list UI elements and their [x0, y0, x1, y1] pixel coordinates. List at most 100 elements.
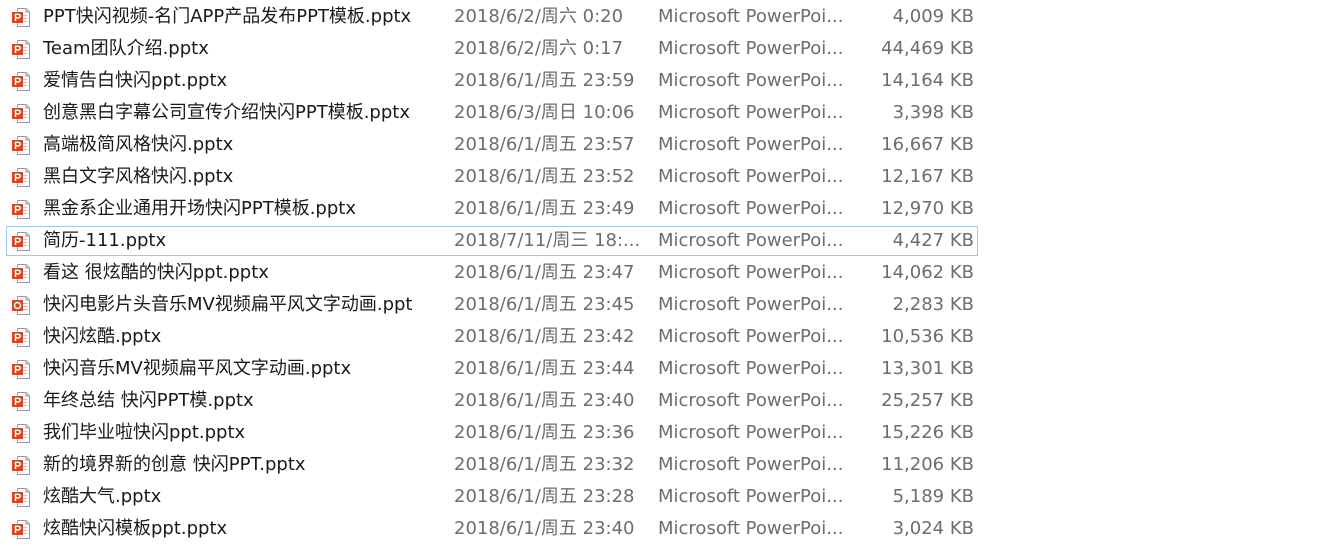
pptx-file-icon: [12, 392, 30, 411]
pptx-file-icon: [12, 104, 30, 123]
file-date-modified: 2018/6/3/周日 10:06: [454, 102, 635, 123]
file-row[interactable]: 黑金系企业通用开场快闪PPT模板.pptx 2018/6/1/周五 23:49 Mi…: [6, 194, 978, 224]
file-name: Team团队介绍.pptx: [43, 38, 209, 59]
pptx-file-icon: [12, 328, 30, 347]
file-date-modified: 2018/6/2/周六 0:17: [454, 38, 624, 59]
file-size: 4,009 KB: [892, 6, 974, 27]
file-row[interactable]: 我们毕业啦快闪ppt.pptx 2018/6/1/周五 23:36 Microsof…: [6, 418, 978, 448]
file-row[interactable]: 看这 很炫酷的快闪ppt.pptx 2018/6/1/周五 23:47 Micros…: [6, 258, 978, 288]
file-name: 黑白文字风格快闪.pptx: [43, 166, 234, 187]
file-size: 44,469 KB: [881, 38, 974, 59]
file-date-modified: 2018/6/1/周五 23:42: [454, 326, 635, 347]
file-date-modified: 2018/6/1/周五 23:28: [454, 486, 635, 507]
ppt-file-icon: [12, 296, 30, 315]
file-size: 10,536 KB: [881, 326, 974, 347]
file-name: 炫酷快闪模板ppt.pptx: [43, 518, 228, 539]
file-type: Microsoft PowerPoi...: [658, 38, 842, 59]
pptx-file-icon: [12, 168, 30, 187]
file-size: 12,970 KB: [881, 198, 974, 219]
file-date-modified: 2018/6/1/周五 23:45: [454, 294, 635, 315]
pptx-file-icon: [12, 488, 30, 507]
file-row[interactable]: 快闪炫酷.pptx 2018/6/1/周五 23:42 Microsoft Powe…: [6, 322, 978, 352]
file-row[interactable]: Team团队介绍.pptx 2018/6/2/周六 0:17 Microsoft P…: [6, 34, 978, 64]
file-row[interactable]: 高端极简风格快闪.pptx 2018/6/1/周五 23:57 Microsoft …: [6, 130, 978, 160]
file-size: 13,301 KB: [881, 358, 974, 379]
pptx-file-icon: [12, 200, 30, 219]
file-type: Microsoft PowerPoi...: [658, 262, 842, 283]
pptx-file-icon: [12, 360, 30, 379]
file-name: 黑金系企业通用开场快闪PPT模板.pptx: [43, 198, 356, 219]
file-name: 快闪炫酷.pptx: [43, 326, 162, 347]
pptx-file-icon: [12, 424, 30, 443]
file-type: Microsoft PowerPoi...: [658, 198, 842, 219]
file-type: Microsoft PowerPoi...: [658, 6, 842, 27]
file-type: Microsoft PowerPoi...: [658, 134, 842, 155]
file-name: 快闪电影片头音乐MV视频扁平风文字动画.ppt: [43, 294, 413, 315]
file-type: Microsoft PowerPoi...: [658, 70, 842, 91]
file-name: 创意黑白字幕公司宣传介绍快闪PPT模板.pptx: [43, 102, 410, 123]
file-row[interactable]: 创意黑白字幕公司宣传介绍快闪PPT模板.pptx 2018/6/3/周日 10:0…: [6, 98, 978, 128]
file-name: 新的境界新的创意 快闪PPT.pptx: [43, 454, 306, 475]
file-row[interactable]: 炫酷大气.pptx 2018/6/1/周五 23:28 Microsoft Powe…: [6, 482, 978, 512]
file-size: 25,257 KB: [881, 390, 974, 411]
file-date-modified: 2018/6/2/周六 0:20: [454, 6, 624, 27]
file-name: 高端极简风格快闪.pptx: [43, 134, 234, 155]
file-size: 4,427 KB: [892, 230, 974, 251]
file-date-modified: 2018/6/1/周五 23:36: [454, 422, 635, 443]
pptx-file-icon: [12, 232, 30, 251]
file-name: 我们毕业啦快闪ppt.pptx: [43, 422, 246, 443]
pptx-file-icon: [12, 72, 30, 91]
file-date-modified: 2018/6/1/周五 23:44: [454, 358, 635, 379]
file-row[interactable]: 爱情告白快闪ppt.pptx 2018/6/1/周五 23:59 Microsoft…: [6, 66, 978, 96]
file-name: 看这 很炫酷的快闪ppt.pptx: [43, 262, 269, 283]
pptx-file-icon: [12, 264, 30, 283]
file-name: PPT快闪视频-名门APP产品发布PPT模板.pptx: [43, 6, 412, 27]
file-date-modified: 2018/6/1/周五 23:52: [454, 166, 635, 187]
file-date-modified: 2018/6/1/周五 23:40: [454, 390, 635, 411]
file-size: 14,062 KB: [881, 262, 974, 283]
file-date-modified: 2018/6/1/周五 23:47: [454, 262, 635, 283]
file-name: 爱情告白快闪ppt.pptx: [43, 70, 228, 91]
file-row[interactable]: 快闪音乐MV视频扁平风文字动画.pptx 2018/6/1/周五 23:44 Mic…: [6, 354, 978, 384]
file-row[interactable]: PPT快闪视频-名门APP产品发布PPT模板.pptx 2018/6/2/周六 0…: [6, 2, 978, 32]
file-type: Microsoft PowerPoi...: [658, 358, 842, 379]
file-type: Microsoft PowerPoi...: [658, 486, 842, 507]
file-date-modified: 2018/6/1/周五 23:57: [454, 134, 635, 155]
file-type: Microsoft PowerPoi...: [658, 390, 842, 411]
file-row[interactable]: 新的境界新的创意 快闪PPT.pptx 2018/6/1/周五 23:32 Micr…: [6, 450, 978, 480]
pptx-file-icon: [12, 456, 30, 475]
file-type: Microsoft PowerPoi...: [658, 326, 842, 347]
file-type: Microsoft PowerPoi...: [658, 102, 842, 123]
file-size: 16,667 KB: [881, 134, 974, 155]
file-row[interactable]: 年终总结 快闪PPT模.pptx 2018/6/1/周五 23:40 Microso…: [6, 386, 978, 416]
file-row[interactable]: 简历-111.pptx 2018/7/11/周三 18:... Microsoft …: [6, 226, 978, 256]
file-size: 12,167 KB: [881, 166, 974, 187]
pptx-file-icon: [12, 520, 30, 539]
file-type: Microsoft PowerPoi...: [658, 454, 842, 475]
file-size: 15,226 KB: [881, 422, 974, 443]
file-size: 11,206 KB: [881, 454, 974, 475]
file-date-modified: 2018/6/1/周五 23:32: [454, 454, 635, 475]
file-name: 快闪音乐MV视频扁平风文字动画.pptx: [43, 358, 352, 379]
file-size: 5,189 KB: [892, 486, 974, 507]
pptx-file-icon: [12, 40, 30, 59]
file-name: 简历-111.pptx: [43, 230, 167, 251]
file-date-modified: 2018/6/1/周五 23:40: [454, 518, 635, 539]
file-type: Microsoft PowerPoi...: [658, 166, 842, 187]
file-date-modified: 2018/6/1/周五 23:49: [454, 198, 635, 219]
file-name: 炫酷大气.pptx: [43, 486, 162, 507]
file-type: Microsoft PowerPoi...: [658, 422, 842, 443]
file-size: 14,164 KB: [881, 70, 974, 91]
file-row[interactable]: 黑白文字风格快闪.pptx 2018/6/1/周五 23:52 Microsoft …: [6, 162, 978, 192]
file-size: 2,283 KB: [892, 294, 974, 315]
file-name: 年终总结 快闪PPT模.pptx: [43, 390, 254, 411]
file-size: 3,024 KB: [892, 518, 974, 539]
file-date-modified: 2018/7/11/周三 18:...: [454, 230, 641, 251]
pptx-file-icon: [12, 8, 30, 27]
file-date-modified: 2018/6/1/周五 23:59: [454, 70, 635, 91]
file-row[interactable]: 炫酷快闪模板ppt.pptx 2018/6/1/周五 23:40 Microsoft…: [6, 514, 978, 544]
file-type: Microsoft PowerPoi...: [658, 230, 842, 251]
file-type: Microsoft PowerPoi...: [658, 518, 842, 539]
file-size: 3,398 KB: [892, 102, 974, 123]
file-row[interactable]: 快闪电影片头音乐MV视频扁平风文字动画.ppt 2018/6/1/周五 23:45…: [6, 290, 978, 320]
